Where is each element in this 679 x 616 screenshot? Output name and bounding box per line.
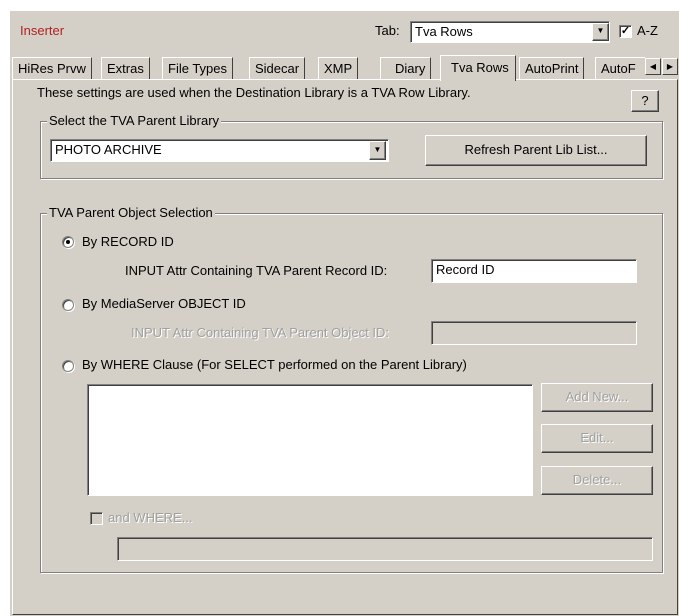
tab-select-dropdown-icon[interactable]: ▼ bbox=[592, 23, 609, 41]
panel-description: These settings are used when the Destina… bbox=[37, 85, 471, 100]
record-id-attr-label: INPUT Attr Containing TVA Parent Record … bbox=[125, 263, 388, 278]
by-object-id-radio[interactable] bbox=[62, 299, 74, 311]
tab-select-value: Tva Rows bbox=[415, 24, 473, 39]
refresh-parent-lib-button[interactable]: Refresh Parent Lib List... bbox=[425, 135, 647, 166]
delete-button[interactable]: Delete... bbox=[541, 466, 653, 495]
az-label: A-Z bbox=[637, 23, 658, 38]
by-object-id-label: By MediaServer OBJECT ID bbox=[82, 296, 246, 311]
tab-tva-rows[interactable]: Tva Rows bbox=[440, 55, 516, 81]
tab-scroll-right-icon[interactable]: ▶ bbox=[662, 58, 678, 75]
tab-sidecar[interactable]: Sidecar bbox=[249, 57, 306, 79]
tab-xmp[interactable]: XMP bbox=[318, 57, 359, 79]
tab-diary[interactable]: Diary bbox=[380, 57, 432, 79]
parent-library-group-title: Select the TVA Parent Library bbox=[47, 113, 222, 128]
tab-selector-label: Tab: bbox=[375, 23, 400, 38]
tab-select[interactable]: Tva Rows bbox=[410, 21, 610, 43]
radio-selected-dot bbox=[66, 240, 70, 244]
record-id-attr-value: Record ID bbox=[436, 262, 495, 277]
tab-scroll-left-icon[interactable]: ◀ bbox=[645, 58, 661, 75]
tab-autof[interactable]: AutoF bbox=[595, 57, 645, 79]
tab-hires-prvw[interactable]: HiRes Prvw bbox=[12, 57, 92, 79]
and-where-input[interactable] bbox=[117, 537, 653, 561]
parent-object-selection-title: TVA Parent Object Selection bbox=[47, 205, 215, 220]
by-record-id-radio[interactable] bbox=[62, 236, 74, 248]
tab-autoprint[interactable]: AutoPrint bbox=[519, 57, 585, 79]
tab-file-types[interactable]: File Types bbox=[162, 57, 234, 79]
tab-strip: HiRes Prvw Extras File Types Sidecar XMP… bbox=[12, 55, 679, 81]
by-where-label: By WHERE Clause (For SELECT performed on… bbox=[82, 357, 467, 372]
parent-library-value: PHOTO ARCHIVE bbox=[55, 142, 162, 157]
inserter-window: Inserter Tab: Tva Rows ▼ ✓ A-Z HiRes Prv… bbox=[9, 10, 679, 616]
parent-library-dropdown-icon[interactable]: ▼ bbox=[369, 141, 386, 160]
edit-button[interactable]: Edit... bbox=[541, 424, 653, 453]
parent-object-selection-group: TVA Parent Object Selection By RECORD ID… bbox=[40, 205, 663, 573]
help-button[interactable]: ? bbox=[631, 90, 659, 112]
tva-rows-panel: These settings are used when the Destina… bbox=[12, 79, 678, 615]
parent-library-select[interactable]: PHOTO ARCHIVE bbox=[50, 139, 389, 162]
object-id-attr-label: INPUT Attr Containing TVA Parent Object … bbox=[131, 325, 389, 340]
add-new-button[interactable]: Add New... bbox=[541, 383, 653, 412]
where-clause-textarea[interactable] bbox=[87, 384, 533, 496]
az-checkbox[interactable]: ✓ bbox=[619, 25, 632, 38]
object-id-attr-input[interactable] bbox=[431, 321, 637, 345]
record-id-attr-input[interactable]: Record ID bbox=[431, 259, 637, 283]
and-where-checkbox[interactable] bbox=[90, 512, 103, 525]
window-title: Inserter bbox=[20, 23, 65, 38]
by-record-id-label: By RECORD ID bbox=[82, 234, 174, 249]
tab-extras[interactable]: Extras bbox=[101, 57, 150, 79]
by-where-radio[interactable] bbox=[62, 360, 74, 372]
and-where-label: and WHERE... bbox=[108, 510, 193, 525]
parent-library-group: Select the TVA Parent Library PHOTO ARCH… bbox=[40, 113, 663, 179]
